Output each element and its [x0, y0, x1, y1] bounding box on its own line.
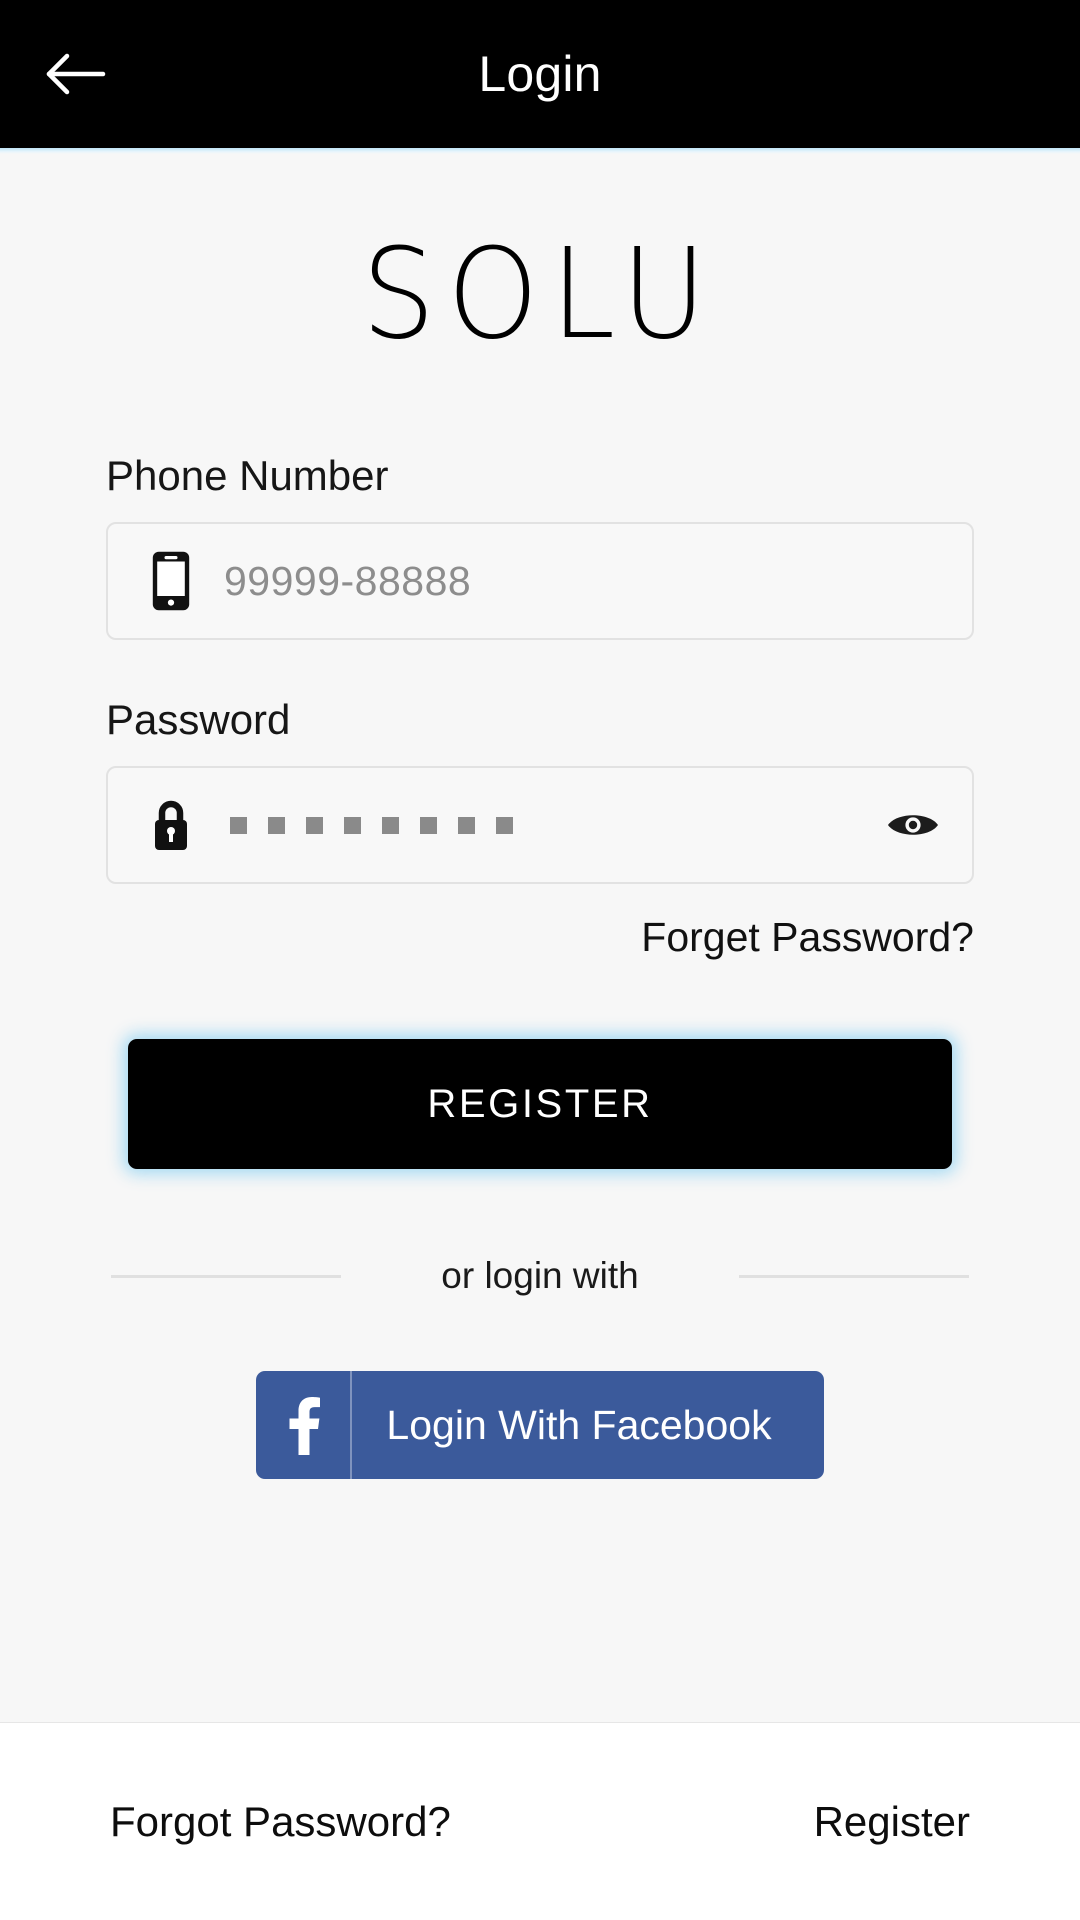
bottom-forgot-password-link[interactable]: Forgot Password? [110, 1798, 540, 1846]
password-input[interactable] [106, 766, 974, 884]
arrow-left-icon [45, 50, 109, 98]
facebook-f-icon [256, 1371, 353, 1479]
facebook-login-button[interactable]: Login With Facebook [256, 1371, 824, 1479]
phone-label: Phone Number [106, 452, 389, 499]
bottom-register-link[interactable]: Register [540, 1798, 970, 1846]
login-form-container: SOLU Phone Number 99999-88888 Password F… [0, 154, 1080, 1722]
facebook-login-label: Login With Facebook [386, 1401, 772, 1448]
lock-icon [140, 797, 202, 853]
social-buttons-row: Login With Facebook [106, 1371, 974, 1479]
back-button[interactable] [34, 31, 120, 117]
password-label: Password [106, 696, 291, 743]
divider-line-left [111, 1274, 341, 1278]
smartphone-icon [140, 550, 202, 612]
page-title: Login [478, 46, 602, 102]
app-header: Login [0, 0, 1080, 148]
phone-input-value: 99999-88888 [224, 557, 472, 604]
social-divider: or login with [106, 1255, 974, 1297]
phone-field-block: Phone Number 99999-88888 [106, 452, 974, 640]
password-masked-value [230, 816, 880, 834]
brand-logo: SOLU [361, 221, 719, 367]
forget-password-row: Forget Password? [106, 914, 974, 961]
phone-input[interactable]: 99999-88888 [106, 522, 974, 640]
divider-label: or login with [441, 1255, 639, 1296]
bottom-navigation-bar: Forgot Password? Register [0, 1722, 1080, 1920]
login-screen: Login SOLU Phone Number 99999-88888 Pass… [0, 0, 1080, 1920]
register-button[interactable]: REGISTER [128, 1039, 952, 1169]
eye-icon[interactable] [880, 792, 946, 858]
divider-line-right [739, 1274, 969, 1278]
password-field-block: Password [106, 696, 974, 884]
forget-password-link[interactable]: Forget Password? [641, 914, 974, 961]
